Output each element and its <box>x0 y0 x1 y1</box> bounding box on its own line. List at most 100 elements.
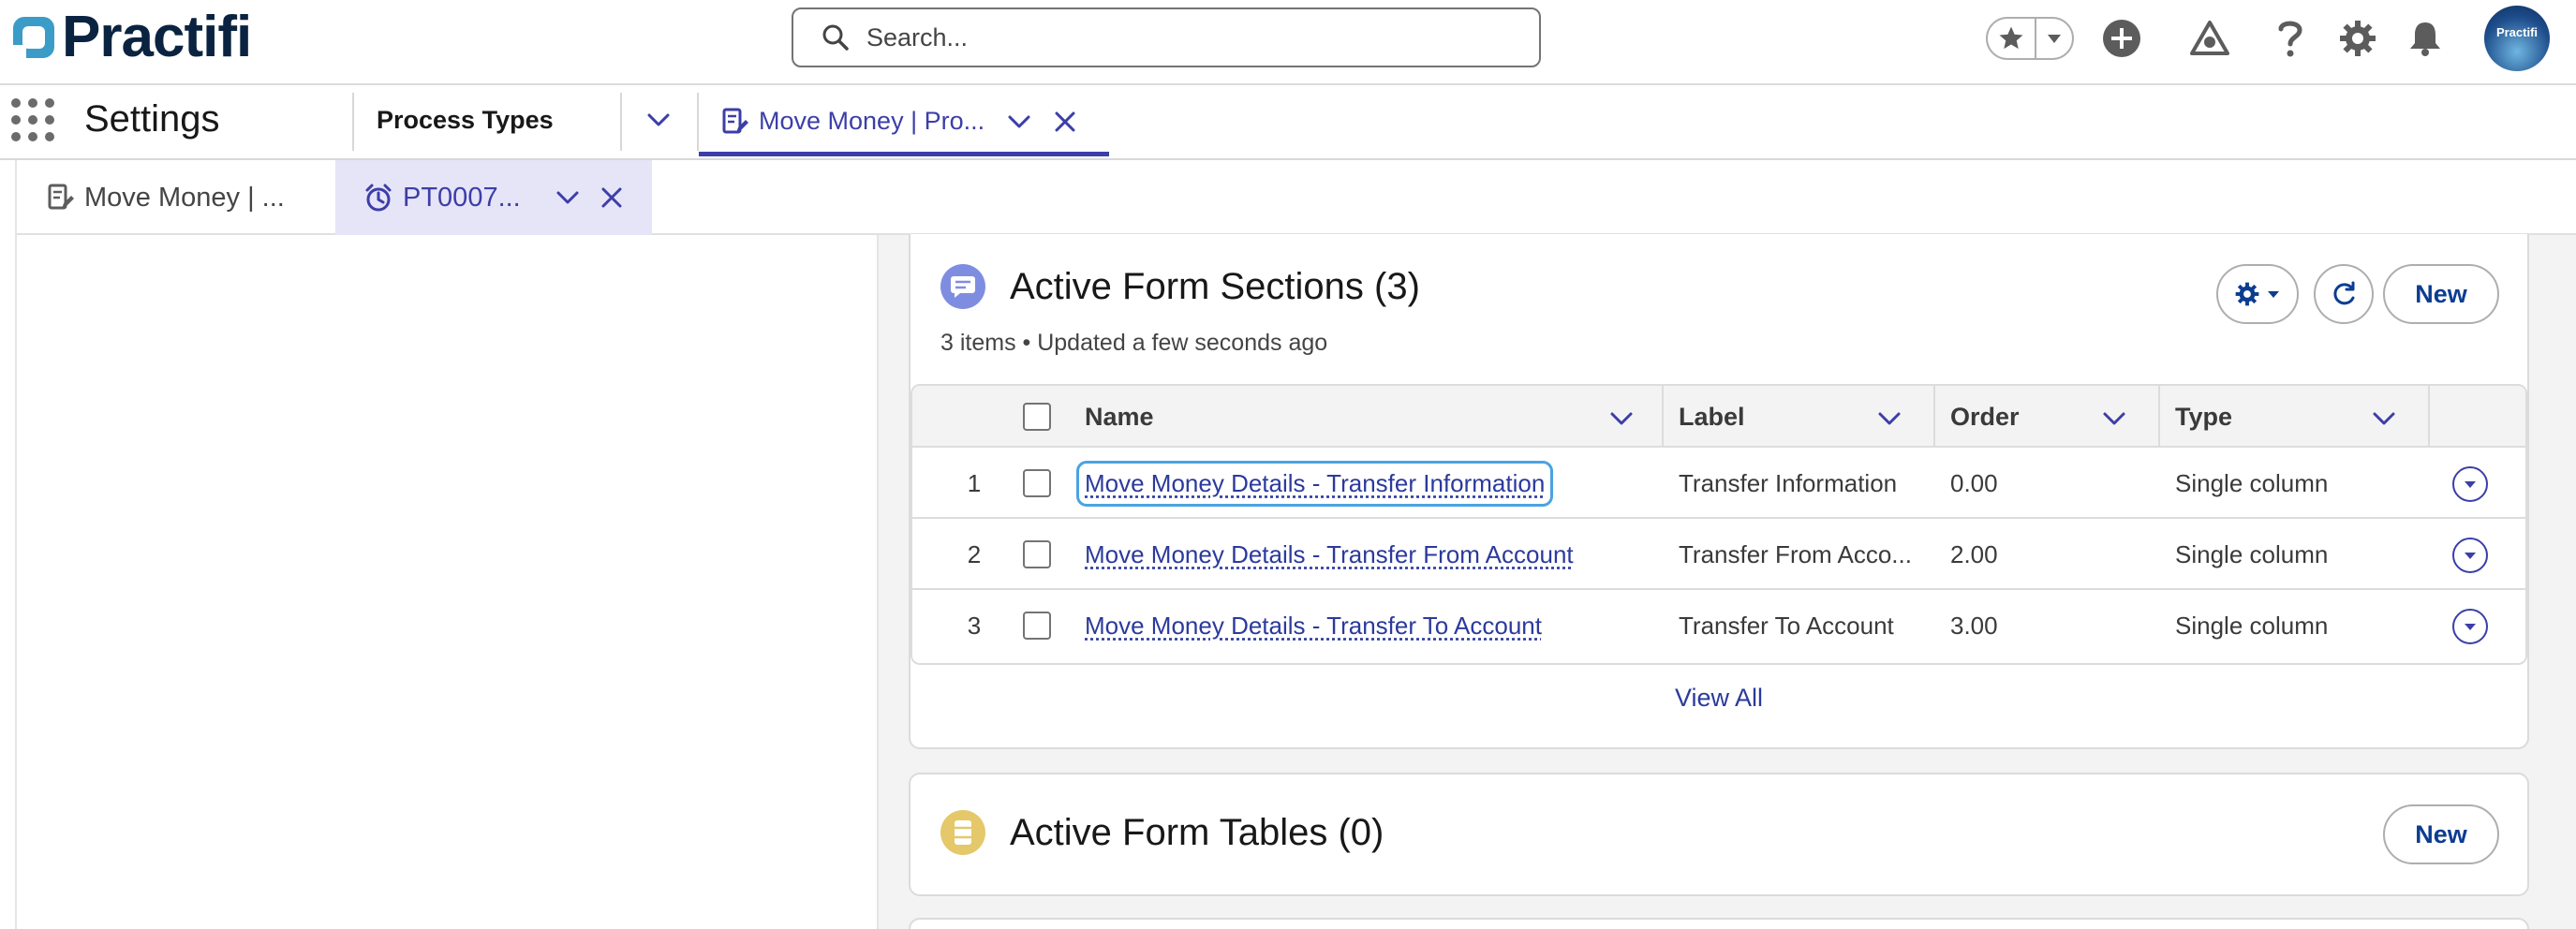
trailhead-button[interactable] <box>2186 15 2233 62</box>
app-name: Settings <box>84 98 220 140</box>
alarm-clock-icon <box>365 184 392 212</box>
nav-item-menu-button[interactable] <box>643 104 674 136</box>
gear-icon <box>2235 282 2259 306</box>
trailhead-icon <box>2190 21 2229 55</box>
favorites-group <box>1986 17 2074 60</box>
section-label: Transfer Information <box>1679 468 1898 497</box>
setup-button[interactable] <box>2334 15 2381 62</box>
search-input[interactable] <box>866 22 1522 52</box>
subtab-move-money[interactable]: Move Money | ... <box>17 160 335 235</box>
launcher-dot <box>45 115 54 125</box>
chevron-down-icon[interactable] <box>2372 406 2396 431</box>
subtab-pt0007[interactable]: PT0007... <box>335 160 652 235</box>
notifications-button[interactable] <box>2402 15 2449 62</box>
active-form-sections-card: Active Form Sections (3) 3 items • Updat… <box>909 234 2529 749</box>
list-settings-button[interactable] <box>2216 264 2299 324</box>
form-record-icon <box>48 184 74 210</box>
global-search[interactable] <box>792 7 1541 67</box>
workspace-subtabs: Move Money | ... PT0007... <box>17 160 2576 235</box>
row-actions-button[interactable] <box>2452 466 2488 502</box>
section-name-link[interactable]: Move Money Details - Transfer From Accou… <box>1085 540 1574 569</box>
launcher-dot <box>11 98 21 108</box>
practifi-logo[interactable]: Practifi <box>9 5 252 69</box>
chevron-down-icon[interactable] <box>2102 406 2126 431</box>
column-header-name[interactable]: Name <box>1085 386 1154 448</box>
chevron-down-icon[interactable] <box>1006 109 1032 135</box>
favorites-dropdown-button[interactable] <box>2036 19 2072 58</box>
logo-text: Practifi <box>62 5 252 69</box>
column-divider[interactable] <box>2158 386 2160 448</box>
left-panel <box>17 235 879 929</box>
nav-tab-label: Move Money | Pro... <box>759 107 985 135</box>
row-checkbox[interactable] <box>1023 469 1051 497</box>
row-checkbox[interactable] <box>1023 612 1051 640</box>
section-order: 0.00 <box>1950 468 1998 497</box>
close-tab-icon[interactable] <box>1053 110 1077 134</box>
section-name-link[interactable]: Move Money Details - Transfer Informatio… <box>1075 460 1554 507</box>
section-label: Transfer From Acco... <box>1679 539 1912 568</box>
avatar-text: Practifi <box>2495 24 2539 39</box>
table-row: 3 Move Money Details - Transfer To Accou… <box>912 590 2525 661</box>
nav-tab-move-money[interactable]: Move Money | Pro... <box>699 91 1109 156</box>
global-actions-button[interactable] <box>2098 15 2145 62</box>
left-edge <box>0 160 17 929</box>
app-launcher-button[interactable] <box>11 98 54 141</box>
subtab-label: Move Money | ... <box>84 182 285 213</box>
form-table-icon <box>940 810 985 855</box>
form-section-icon <box>940 264 985 309</box>
launcher-dot <box>28 98 37 108</box>
close-tab-icon[interactable] <box>600 185 624 210</box>
column-header-label[interactable]: Label <box>1679 386 1745 448</box>
help-button[interactable] <box>2267 15 2314 62</box>
launcher-dot <box>45 98 54 108</box>
next-card <box>909 918 2529 929</box>
gear-icon <box>2340 21 2376 56</box>
card-title: Active Form Tables (0) <box>1010 812 1384 853</box>
row-actions-button[interactable] <box>2452 538 2488 573</box>
chevron-down-icon[interactable] <box>1609 406 1634 431</box>
star-icon <box>1999 26 2023 50</box>
row-checkbox[interactable] <box>1023 540 1051 568</box>
nav-item-process-types[interactable]: Process Types <box>377 106 554 135</box>
subtab-label: PT0007... <box>403 182 521 213</box>
section-type: Single column <box>2175 539 2329 568</box>
column-header-order[interactable]: Order <box>1950 386 2020 448</box>
new-table-button[interactable]: New <box>2383 804 2499 864</box>
sections-table: Name Label Order Type 1 Move Money Detai… <box>910 384 2527 665</box>
view-all-link[interactable]: View All <box>910 684 2527 713</box>
column-divider[interactable] <box>1933 386 1935 448</box>
column-header-type[interactable]: Type <box>2175 386 2232 448</box>
column-divider[interactable] <box>2428 386 2430 448</box>
section-name-link[interactable]: Move Money Details - Transfer To Account <box>1085 612 1542 641</box>
table-row: 1 Move Money Details - Transfer Informat… <box>912 448 2525 519</box>
column-divider[interactable] <box>1662 386 1664 448</box>
chevron-down-icon[interactable] <box>1877 406 1902 431</box>
launcher-dot <box>28 115 37 125</box>
card-meta: 3 items • Updated a few seconds ago <box>940 330 1328 356</box>
table-header: Name Label Order Type <box>912 386 2525 448</box>
table-row: 2 Move Money Details - Transfer From Acc… <box>912 519 2525 590</box>
section-label: Transfer To Account <box>1679 611 1894 640</box>
refresh-button[interactable] <box>2314 264 2374 324</box>
section-order: 3.00 <box>1950 611 1998 640</box>
search-icon <box>822 24 849 51</box>
help-icon <box>2278 21 2302 57</box>
chevron-down-icon[interactable] <box>555 184 581 211</box>
launcher-dot <box>28 132 37 141</box>
launcher-dot <box>45 132 54 141</box>
bell-icon <box>2410 22 2440 56</box>
user-avatar[interactable]: Practifi <box>2484 6 2550 71</box>
caret-down-icon <box>2048 35 2061 43</box>
global-header: Practifi Search... Practifi <box>0 0 2576 85</box>
chevron-down-icon <box>647 113 670 126</box>
row-number: 2 <box>967 539 982 568</box>
active-form-tables-card: Active Form Tables (0) New <box>909 773 2529 896</box>
favorites-button[interactable] <box>1988 19 2036 58</box>
caret-down-icon <box>2465 481 2476 488</box>
new-section-button[interactable]: New <box>2383 264 2499 324</box>
section-order: 2.00 <box>1950 539 1998 568</box>
select-all-checkbox[interactable] <box>1023 403 1051 431</box>
launcher-dot <box>11 115 21 125</box>
row-actions-button[interactable] <box>2452 609 2488 644</box>
refresh-icon <box>2333 281 2355 305</box>
